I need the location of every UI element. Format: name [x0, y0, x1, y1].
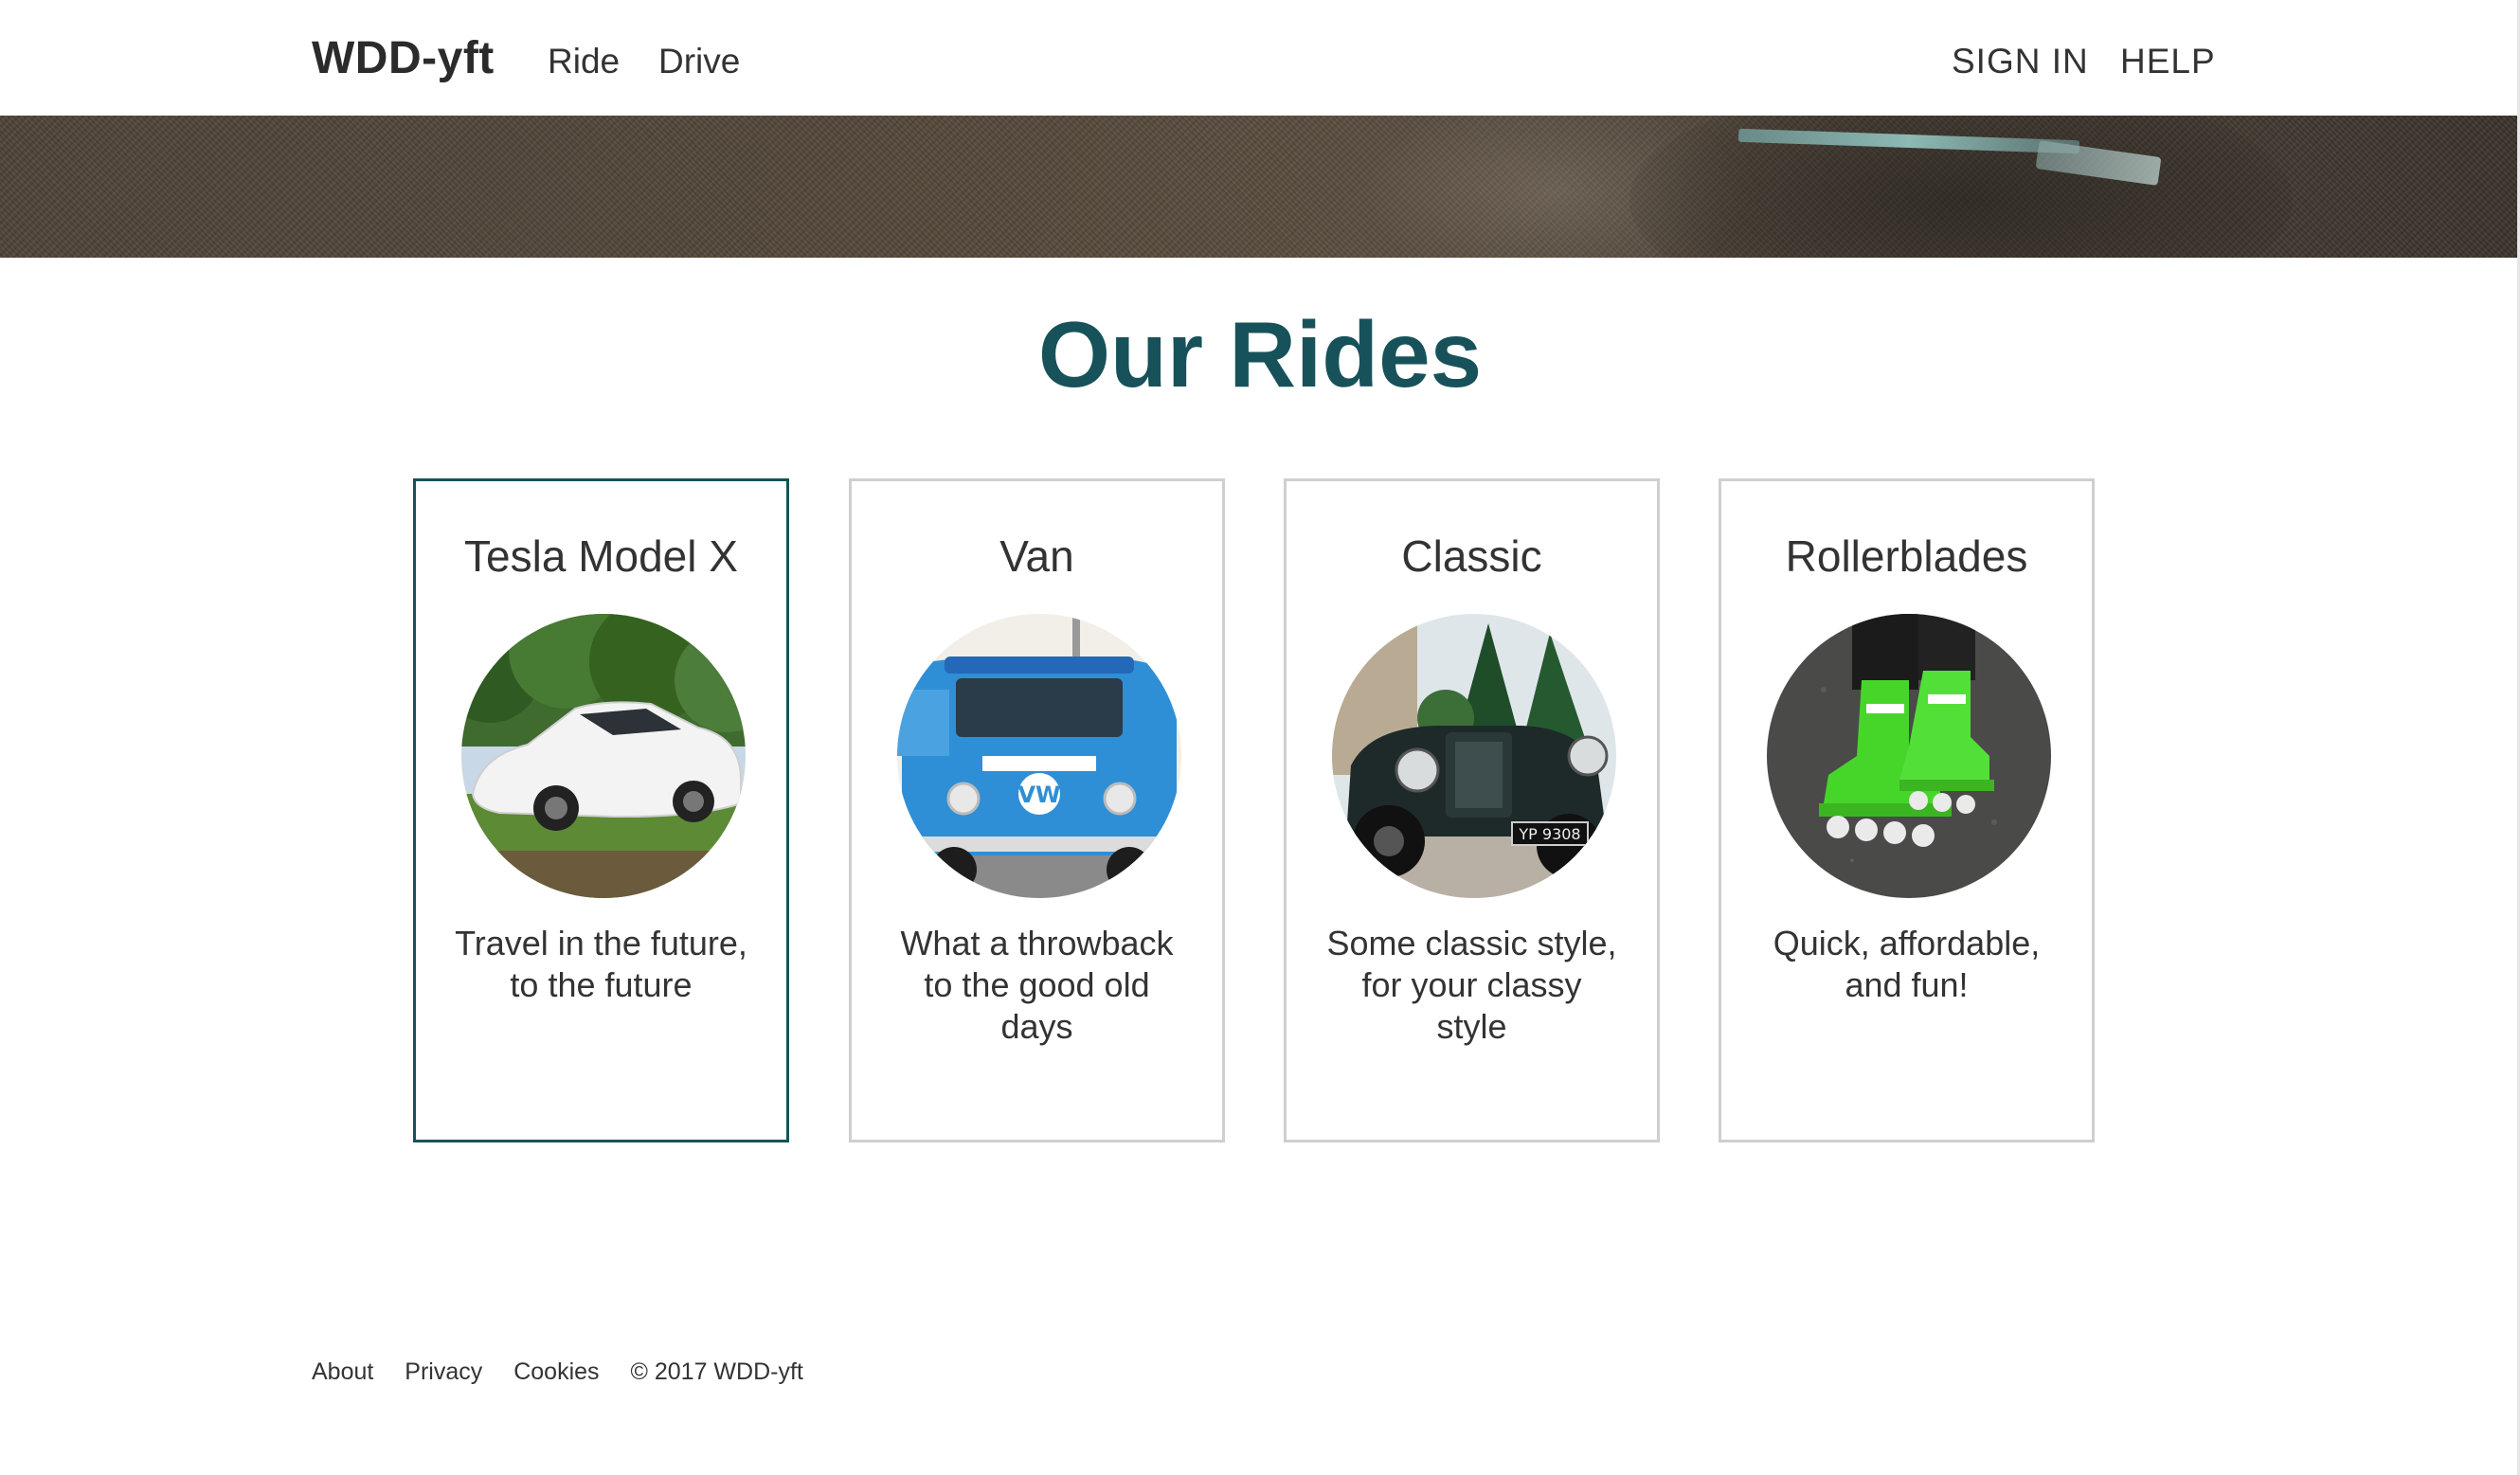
page: WDD-yft Ride Drive SIGN IN HELP Our Ride… [0, 0, 2520, 1475]
footer-link-about[interactable]: About [312, 1358, 373, 1385]
van-image: VW [897, 614, 1181, 898]
footer: About Privacy Cookies © 2017 WDD-yft [312, 1358, 828, 1386]
nav-link-sign-in[interactable]: SIGN IN [1952, 42, 2089, 81]
footer-link-cookies[interactable]: Cookies [513, 1358, 599, 1385]
card-title: Classic [1401, 531, 1542, 581]
hero-banner-image [0, 116, 2520, 258]
ride-card-tesla-model-x[interactable]: Tesla Model X Travel in the future, to t… [413, 478, 789, 1142]
top-navbar: WDD-yft Ride Drive SIGN IN HELP [0, 0, 2520, 116]
classic-car-image: YP 9308 [1332, 614, 1616, 898]
footer-copyright: © 2017 WDD-yft [630, 1358, 803, 1385]
svg-text:YP 9308: YP 9308 [1518, 825, 1580, 843]
card-description: Travel in the future, to the future [455, 924, 747, 1004]
card-title: Tesla Model X [464, 531, 738, 581]
page-title: Our Rides [1037, 302, 1483, 406]
footer-link-privacy[interactable]: Privacy [405, 1358, 482, 1385]
card-title: Rollerblades [1785, 531, 2028, 581]
brand-logo[interactable]: WDD-yft [312, 32, 495, 84]
ride-card-van[interactable]: Van VW What a throwback to the good old … [849, 478, 1225, 1142]
card-description: Some classic style, for your classy styl… [1326, 924, 1617, 1046]
ride-card-classic[interactable]: Classic YP 9308 Some classic style, for … [1284, 478, 1660, 1142]
nav-link-drive[interactable]: Drive [658, 42, 740, 81]
rollerblades-image [1767, 614, 2051, 898]
nav-link-help[interactable]: HELP [2120, 42, 2216, 81]
ride-card-rollerblades[interactable]: Rollerblades Quick, affordable, and fun! [1719, 478, 2095, 1142]
card-description: What a throwback to the good old days [900, 924, 1174, 1046]
tesla-car-image [461, 614, 746, 898]
nav-link-ride[interactable]: Ride [548, 42, 620, 81]
card-title: Van [999, 531, 1074, 581]
card-description: Quick, affordable, and fun! [1773, 924, 2041, 1004]
svg-text:VW: VW [1017, 782, 1060, 808]
